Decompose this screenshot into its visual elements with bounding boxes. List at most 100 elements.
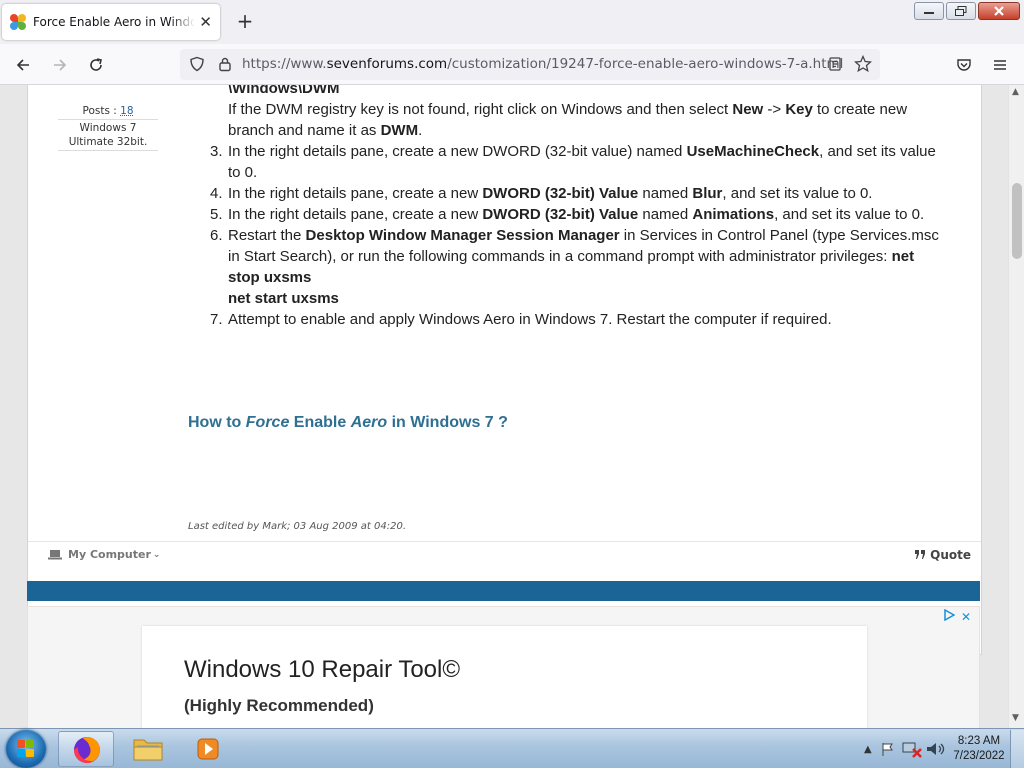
firefox-icon [73,737,100,764]
url-text[interactable]: https://www.sevenforums.com/customizatio… [242,56,843,72]
windows-taskbar: ▲ 8:23 AM 7/23/2022 [0,728,1024,768]
lock-icon[interactable] [214,53,236,75]
network-disconnected-icon[interactable] [900,740,924,758]
navigation-toolbar: https://www.sevenforums.com/customizatio… [0,44,1024,85]
forum-post: Posts : 18 Windows 7 Ultimate 32bit. \Win… [27,85,982,655]
taskbar-media-player[interactable] [180,731,236,767]
show-hidden-icons-icon[interactable]: ▲ [864,744,878,755]
quote-label: Quote [930,548,971,562]
menu-hamburger-icon[interactable] [989,54,1011,76]
step-bold: Animations [692,206,775,223]
step-text: Attempt to enable and apply Windows Aero… [228,311,832,328]
list-item: 5. In the right details pane, create a ne… [210,204,948,225]
my-computer-dropdown[interactable]: My Computer ⌄ [48,548,160,561]
post-title-link[interactable]: How to Force Enable Aero in Windows 7 ? [188,414,508,432]
step-2-bold-key: Key [785,101,813,118]
pocket-icon[interactable] [953,54,975,76]
close-window-button[interactable] [978,2,1020,20]
close-window-icon [994,6,1004,16]
posts-count-link[interactable]: 18 [120,105,133,117]
url-bar[interactable]: https://www.sevenforums.com/customizatio… [180,49,880,80]
os-line-1: Windows 7 [79,122,137,134]
reader-view-icon[interactable] [824,53,846,75]
post-divider-bar [27,581,980,601]
forward-icon[interactable] [49,54,71,76]
scroll-down-arrow-icon[interactable]: ▼ [1012,713,1019,723]
step-text: Restart the [228,227,306,244]
step-text: In the right details pane, create a new [228,185,483,202]
url-host: sevenforums.com [326,56,448,72]
step-bold: DWORD (32-bit) Value [482,185,639,202]
step-number: 6. [210,227,223,244]
close-tab-icon[interactable]: ✕ [199,14,212,30]
browser-tab[interactable]: Force Enable Aero in Windows 7 - Windows… [2,4,220,40]
title-part: Enable [289,414,351,431]
list-item: 3. In the right details pane, create a ne… [210,141,948,183]
step-bold: Desktop Window Manager Session Manager [305,227,620,244]
step-2-arrow: -> [763,101,786,118]
post-footer: My Computer ⌄ Quote [28,541,981,571]
step-bold: DWORD (32-bit) Value [482,206,639,223]
media-player-icon [197,738,219,760]
list-item: 7. Attempt to enable and apply Windows Ae… [210,309,948,330]
step-text: , and set its value to 0. [774,206,925,223]
system-tray: ▲ 8:23 AM 7/23/2022 [864,729,1024,768]
step-2-bold-dwm: DWM [380,122,419,139]
minimize-button[interactable] [914,2,944,20]
windows-logo-icon [17,740,35,758]
minimize-icon [924,12,934,14]
page-scrollbar[interactable]: ▲ ▼ [1008,85,1024,728]
ad-close-icon[interactable]: ✕ [961,610,971,624]
window-controls [914,2,1020,20]
step-text: , and set its value to 0. [722,185,873,202]
list-item: 6. Restart the Desktop Window Manager Ses… [210,225,948,309]
advertisement[interactable]: ✕ Windows 10 Repair Tool© (Highly Recomm… [27,606,980,728]
ad-choices[interactable]: ✕ [944,608,971,624]
restore-button[interactable] [946,2,976,20]
laptop-icon [48,550,62,560]
step-2-text: If the DWM registry key is not found, ri… [228,101,733,118]
clock-date: 7/23/2022 [953,750,1005,762]
page-viewport: Posts : 18 Windows 7 Ultimate 32bit. \Win… [0,85,1008,728]
action-center-flag-icon[interactable] [878,741,900,757]
registry-path: \Windows\DWM [228,85,340,97]
scroll-up-arrow-icon[interactable]: ▲ [1012,87,1019,97]
os-line-2: Ultimate 32bit. [68,136,148,148]
restore-icon [955,6,967,16]
step-2-note: If the DWM registry key is not found, ri… [228,99,948,141]
folder-icon [133,739,163,761]
tab-title: Force Enable Aero in Windows 7 - Windows… [33,15,195,29]
quote-button[interactable]: Quote [915,548,971,562]
adchoices-play-icon[interactable] [944,608,956,624]
taskbar-firefox[interactable] [58,731,114,767]
step-2-period: . [418,122,423,139]
post-body: \Windows\DWM If the DWM registry key is … [210,85,948,330]
chevron-down-icon: ⌄ [152,549,161,560]
tracking-protection-shield-icon[interactable] [186,53,208,75]
step-text: named [638,185,693,202]
reload-icon[interactable] [85,54,107,76]
my-computer-label: My Computer [68,548,151,561]
taskbar-file-explorer[interactable] [120,731,176,767]
new-tab-icon[interactable]: + [234,10,256,32]
ad-subtitle: (Highly Recommended) [184,696,374,715]
back-icon[interactable] [12,54,34,76]
command-net-start: net start uxsms [228,290,339,307]
step-2-bold-new: New [732,101,764,118]
sevenforums-favicon-icon [10,14,26,30]
tab-strip: Force Enable Aero in Windows 7 - Windows… [0,0,1024,44]
url-path: /customization/19247-force-enable-aero-w… [447,56,844,72]
step-number: 7. [210,311,223,328]
title-part: in Windows 7 ? [387,414,508,431]
bookmark-star-icon[interactable] [852,53,874,75]
quote-icon [915,550,926,559]
step-bold: Blur [692,185,723,202]
start-button[interactable] [6,730,46,768]
show-desktop-button[interactable] [1010,729,1024,768]
posts-label: Posts : [82,105,121,117]
taskbar-clock[interactable]: 8:23 AM 7/23/2022 [948,734,1010,764]
scrollbar-thumb[interactable] [1012,183,1022,259]
ad-card[interactable]: Windows 10 Repair Tool© (Highly Recommen… [142,626,867,728]
step-text: named [638,206,693,223]
volume-icon[interactable] [924,740,948,758]
